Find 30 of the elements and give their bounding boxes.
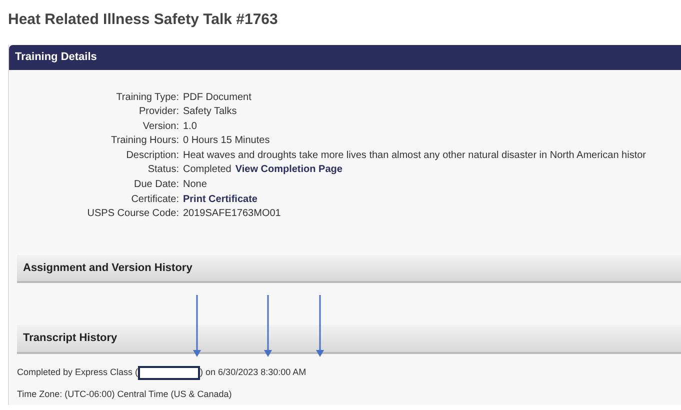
field-value: Completed bbox=[183, 164, 232, 178]
field-link[interactable]: Print Certificate bbox=[183, 194, 258, 206]
field-value: 0 Hours 15 Minutes bbox=[183, 135, 270, 148]
annotation-arrow bbox=[193, 295, 201, 357]
panel-header: Training Details bbox=[9, 45, 681, 70]
field-label: Training Type: bbox=[115, 92, 179, 104]
field-value: None bbox=[183, 179, 207, 192]
annotation-arrow bbox=[316, 295, 324, 357]
redacted-box bbox=[138, 366, 200, 380]
field-value: Safety Talks bbox=[183, 106, 237, 119]
field-value: 2019SAFE1763MO01 bbox=[183, 208, 281, 221]
field-value: 1.0 bbox=[183, 120, 197, 134]
field-value: PDF Document bbox=[183, 92, 252, 104]
field-label: Due Date: bbox=[132, 179, 179, 192]
transcript-text: Completed by Express Class ( bbox=[17, 366, 138, 380]
field-link[interactable]: View Completion Page bbox=[235, 164, 342, 178]
page-title: Heat Related Illness Safety Talk #1763 bbox=[8, 10, 279, 30]
field-label: Status: bbox=[146, 164, 179, 178]
field-label: Training Hours: bbox=[110, 135, 179, 148]
field-label: Version: bbox=[142, 120, 179, 134]
time-zone-text: Time Zone: (UTC-06:00) Central Time (US & Canada) bbox=[17, 388, 233, 401]
field-label: Certificate: bbox=[130, 194, 179, 206]
field-label: Provider: bbox=[138, 106, 179, 119]
transcript-text: ) on 6/30/2023 8:30:00 AM bbox=[200, 366, 306, 380]
field-value: Heat waves and droughts take more lives than almost any other natural disaster in North American histor bbox=[183, 150, 646, 162]
section-header: Assignment and Version History bbox=[17, 254, 681, 284]
annotation-arrow bbox=[264, 295, 272, 357]
section-header: Transcript History bbox=[17, 325, 681, 354]
field-label: Description: bbox=[125, 150, 179, 162]
field-label: USPS Course Code: bbox=[86, 208, 179, 221]
